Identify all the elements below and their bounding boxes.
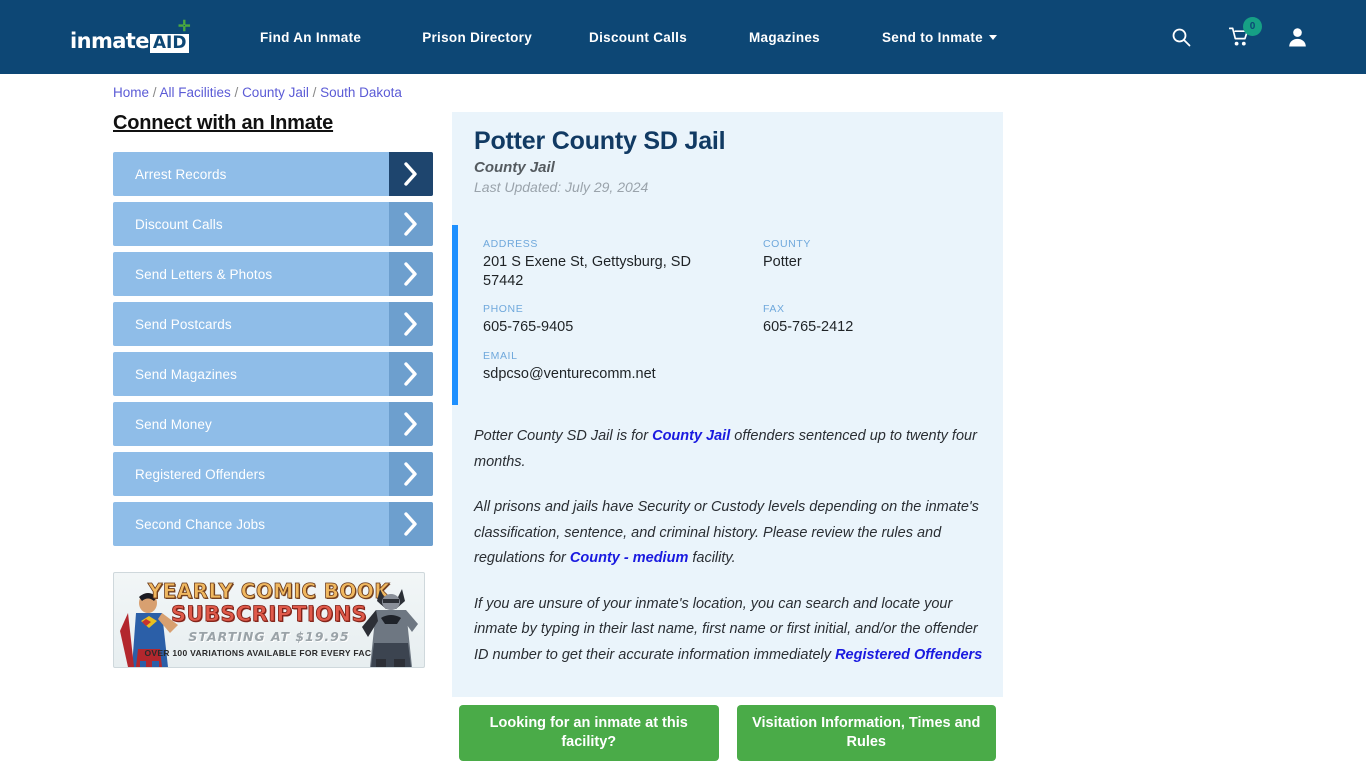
sidebar-item-registered-offenders[interactable]: Registered Offenders bbox=[113, 452, 433, 496]
logo-wordmark: inmate bbox=[70, 29, 149, 53]
sidebar-item-send-letters-photos[interactable]: Send Letters & Photos bbox=[113, 252, 433, 296]
logo-badge-aid: AID bbox=[149, 34, 190, 53]
sidebar-item-label: Registered Offenders bbox=[135, 466, 266, 482]
chevron-right-icon bbox=[389, 502, 433, 546]
advertisement-banner[interactable]: YEARLY COMIC BOOK SUBSCRIPTIONS STARTING… bbox=[113, 572, 425, 668]
sidebar-item-discount-calls[interactable]: Discount Calls bbox=[113, 202, 433, 246]
description-paragraph-1: Potter County SD Jail is for County Jail… bbox=[474, 424, 986, 475]
field-label: ADDRESS bbox=[483, 238, 538, 250]
field-value: sdpcso@venturecomm.net bbox=[483, 366, 656, 382]
link-county-medium[interactable]: County - medium bbox=[570, 550, 688, 566]
field-label: COUNTY bbox=[763, 238, 811, 250]
field-value: 201 S Exene St, Gettysburg, SD 57442 bbox=[483, 254, 691, 289]
field-label: PHONE bbox=[483, 303, 524, 315]
paragraph-1-text-a: Potter County SD Jail is for bbox=[474, 428, 653, 444]
facility-detail-card: Potter County SD Jail County Jail Last U… bbox=[452, 112, 1003, 697]
field-fax: FAX 605-765-2412 bbox=[763, 303, 983, 337]
field-phone: PHONE 605-765-9405 bbox=[483, 303, 733, 337]
site-logo[interactable]: inmate AID ✛ bbox=[70, 19, 191, 53]
facility-type: County Jail bbox=[474, 159, 555, 176]
nav-item-magazines[interactable]: Magazines bbox=[749, 30, 820, 45]
superhero-figure-right bbox=[362, 589, 418, 667]
field-address: ADDRESS 201 S Exene St, Gettysburg, SD 5… bbox=[483, 238, 733, 291]
nav-icon-group: 0 bbox=[1170, 0, 1308, 74]
field-county: COUNTY Potter bbox=[763, 238, 983, 272]
facility-description: Potter County SD Jail is for County Jail… bbox=[474, 424, 986, 668]
breadcrumb-item-county-jail[interactable]: County Jail bbox=[242, 85, 309, 100]
field-label: EMAIL bbox=[483, 350, 518, 362]
description-paragraph-3: If you are unsure of your inmate's locat… bbox=[474, 592, 986, 669]
sidebar-item-send-magazines[interactable]: Send Magazines bbox=[113, 352, 433, 396]
main-menu: Find An Inmate Prison Directory Discount… bbox=[260, 0, 997, 74]
sidebar-title: Connect with an Inmate bbox=[113, 112, 334, 134]
sidebar-item-send-postcards[interactable]: Send Postcards bbox=[113, 302, 433, 346]
chevron-right-icon bbox=[389, 452, 433, 496]
user-icon[interactable] bbox=[1286, 26, 1308, 48]
breadcrumb-separator: / bbox=[149, 85, 160, 100]
link-registered-offenders[interactable]: Registered Offenders bbox=[835, 647, 982, 663]
description-paragraph-2: All prisons and jails have Security or C… bbox=[474, 495, 986, 572]
breadcrumb: Home / All Facilities / County Jail / So… bbox=[113, 85, 402, 100]
sidebar-item-second-chance-jobs[interactable]: Second Chance Jobs bbox=[113, 502, 433, 546]
sidebar-item-send-money[interactable]: Send Money bbox=[113, 402, 433, 446]
search-icon[interactable] bbox=[1170, 26, 1192, 48]
breadcrumb-separator: / bbox=[308, 85, 321, 100]
field-value: 605-765-9405 bbox=[483, 319, 574, 335]
nav-item-prison-directory[interactable]: Prison Directory bbox=[422, 30, 532, 45]
plus-icon: ✛ bbox=[178, 18, 191, 35]
call-to-action-row: Looking for an inmate at this facility? … bbox=[459, 705, 996, 761]
nav-item-find-an-inmate[interactable]: Find An Inmate bbox=[260, 30, 361, 45]
page-title: Potter County SD Jail bbox=[474, 127, 726, 155]
sidebar: Connect with an Inmate Arrest Records Di… bbox=[113, 112, 433, 552]
sidebar-item-label: Send Magazines bbox=[135, 366, 237, 382]
visitation-information-button[interactable]: Visitation Information, Times and Rules bbox=[736, 705, 996, 761]
nav-item-send-to-inmate[interactable]: Send to Inmate bbox=[882, 30, 997, 45]
sidebar-item-arrest-records[interactable]: Arrest Records bbox=[113, 152, 433, 196]
chevron-right-icon bbox=[389, 352, 433, 396]
nav-item-send-to-inmate-label: Send to Inmate bbox=[882, 29, 983, 45]
sidebar-item-label: Discount Calls bbox=[135, 216, 223, 232]
field-email: EMAIL sdpcso@venturecomm.net bbox=[483, 350, 883, 384]
paragraph-2-text-b: facility. bbox=[688, 550, 736, 566]
chevron-right-icon bbox=[389, 402, 433, 446]
sidebar-item-label: Second Chance Jobs bbox=[135, 516, 266, 532]
field-label: FAX bbox=[763, 303, 785, 315]
breadcrumb-item-home[interactable]: Home bbox=[113, 85, 149, 100]
sidebar-item-label: Send Postcards bbox=[135, 316, 232, 332]
chevron-right-icon bbox=[389, 152, 433, 196]
chevron-down-icon bbox=[988, 34, 997, 40]
chevron-right-icon bbox=[389, 302, 433, 346]
breadcrumb-item-all-facilities[interactable]: All Facilities bbox=[160, 85, 231, 100]
link-county-jail[interactable]: County Jail bbox=[652, 428, 730, 444]
chevron-right-icon bbox=[389, 252, 433, 296]
looking-for-inmate-button[interactable]: Looking for an inmate at this facility? bbox=[459, 705, 719, 761]
cart-count-badge: 0 bbox=[1243, 17, 1262, 36]
breadcrumb-item-south-dakota[interactable]: South Dakota bbox=[320, 85, 402, 100]
field-value: 605-765-2412 bbox=[763, 319, 854, 335]
sidebar-item-label: Arrest Records bbox=[135, 166, 227, 182]
breadcrumb-separator: / bbox=[230, 85, 243, 100]
nav-item-discount-calls[interactable]: Discount Calls bbox=[589, 30, 687, 45]
cart-icon[interactable]: 0 bbox=[1228, 17, 1262, 48]
field-value: Potter bbox=[763, 254, 802, 270]
top-navigation-bar: inmate AID ✛ Find An Inmate Prison Direc… bbox=[0, 0, 1366, 74]
sidebar-item-label: Send Money bbox=[135, 416, 212, 432]
last-updated-text: Last Updated: July 29, 2024 bbox=[474, 179, 649, 195]
sidebar-item-label: Send Letters & Photos bbox=[135, 266, 273, 282]
chevron-right-icon bbox=[389, 202, 433, 246]
facility-contact-info: ADDRESS 201 S Exene St, Gettysburg, SD 5… bbox=[452, 225, 1003, 405]
